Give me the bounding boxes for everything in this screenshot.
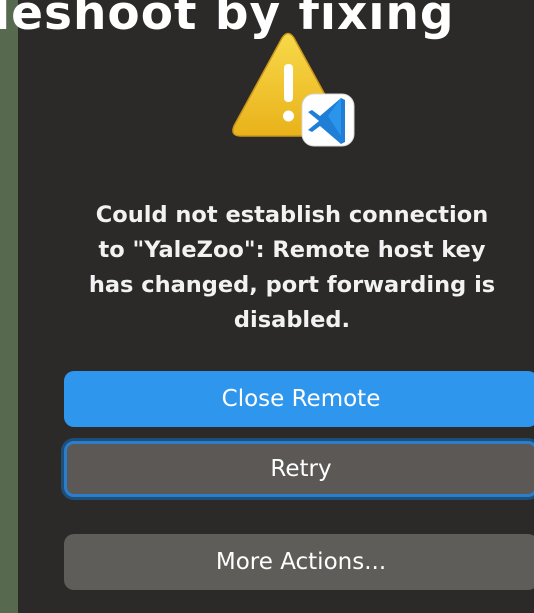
message-line: Could not establish connection <box>95 202 489 228</box>
vscode-icon <box>301 93 355 147</box>
retry-label: Retry <box>270 456 332 482</box>
more-actions-button[interactable]: More Actions... <box>64 534 534 590</box>
overlay-caption: leshoot by fixing <box>0 0 455 41</box>
retry-button[interactable]: Retry <box>64 441 534 497</box>
alert-dialog: Could not establish connection to "YaleZ… <box>18 0 534 613</box>
warning-triangle-icon <box>232 32 355 147</box>
more-actions-label: More Actions... <box>215 549 387 575</box>
background-strip <box>0 0 18 613</box>
message-line: to "YaleZoo": Remote host key <box>98 237 486 263</box>
dialog-message: Could not establish connection to "YaleZ… <box>72 198 512 338</box>
close-remote-label: Close Remote <box>221 386 381 412</box>
dialog-icon <box>224 30 362 150</box>
message-line: disabled. <box>233 307 351 333</box>
message-line: has changed, port forwarding is <box>88 272 496 298</box>
close-remote-button[interactable]: Close Remote <box>64 371 534 427</box>
